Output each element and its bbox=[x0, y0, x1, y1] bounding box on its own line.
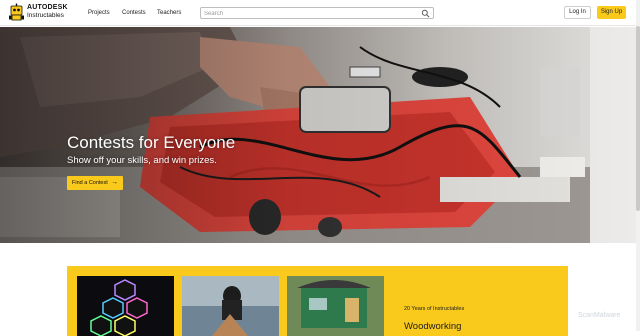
hero-subtitle: Show off your skills, and win prizes. bbox=[67, 155, 217, 166]
signup-button[interactable]: Sign Up bbox=[597, 6, 626, 19]
feature-kicker: 20 Years of Instructables bbox=[404, 306, 465, 312]
hero-title: Contests for Everyone bbox=[67, 133, 236, 152]
login-button[interactable]: Log In bbox=[564, 6, 591, 19]
feature-image-wagon[interactable] bbox=[287, 276, 384, 336]
find-contest-button[interactable]: Find a Contest → bbox=[67, 176, 123, 190]
featured-collection-card[interactable]: 20 Years of Instructables Woodworking bbox=[67, 266, 568, 336]
watermark-text: ScanMalware bbox=[578, 312, 621, 319]
nav-teachers[interactable]: Teachers bbox=[157, 9, 181, 17]
robot-logo-icon bbox=[9, 3, 24, 21]
search-box[interactable] bbox=[200, 7, 434, 19]
search-input[interactable] bbox=[204, 9, 414, 18]
search-icon[interactable] bbox=[421, 9, 430, 18]
scrollbar-thumb[interactable] bbox=[636, 26, 640, 211]
instructables-logo[interactable]: AUTODESK Instructables bbox=[8, 3, 70, 22]
nav-contests[interactable]: Contests bbox=[122, 9, 146, 17]
arrow-right-icon: → bbox=[111, 179, 118, 186]
feature-image-hexagon-lights[interactable] bbox=[77, 276, 174, 336]
wagon-image bbox=[287, 276, 384, 336]
hero-banner: Contests for Everyone Show off your skil… bbox=[0, 27, 636, 243]
hexagon-lights-image bbox=[90, 279, 148, 336]
find-contest-label: Find a Contest bbox=[72, 180, 108, 186]
nav-projects[interactable]: Projects bbox=[88, 9, 110, 17]
feature-title[interactable]: Woodworking bbox=[404, 321, 461, 333]
logo-product-text: Instructables bbox=[27, 12, 64, 19]
logo-brand-text: AUTODESK bbox=[27, 4, 68, 11]
feature-image-canoe[interactable] bbox=[182, 276, 279, 336]
top-header: AUTODESK Instructables Projects Contests… bbox=[0, 0, 640, 26]
page-scrollbar[interactable] bbox=[636, 0, 640, 331]
canoe-image bbox=[182, 276, 279, 336]
